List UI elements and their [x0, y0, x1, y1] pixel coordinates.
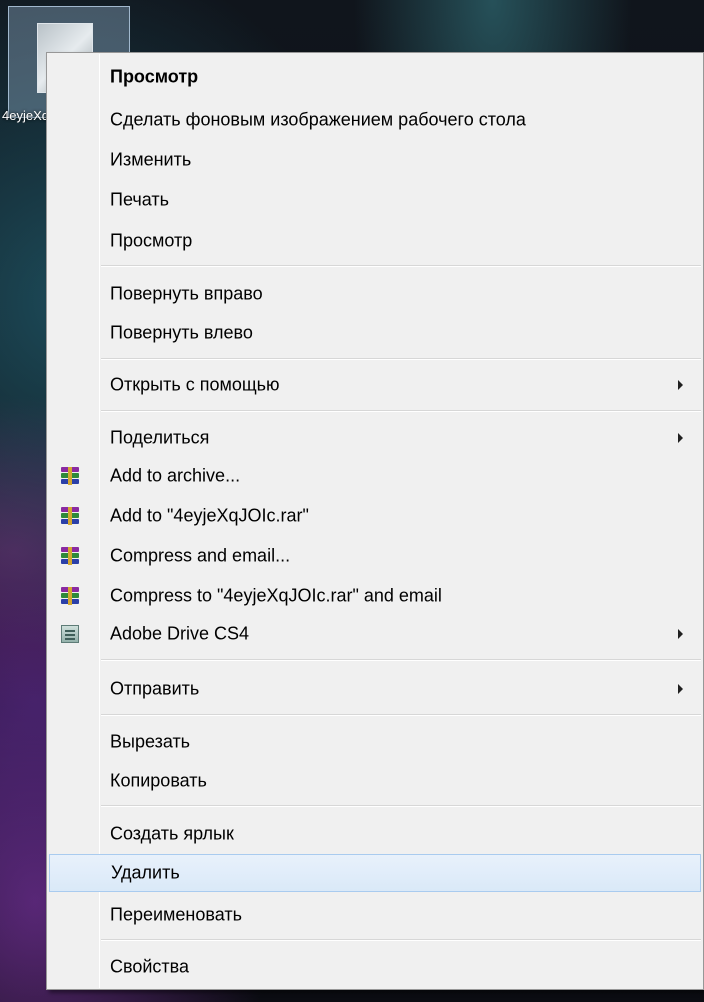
menu-item-create-shortcut[interactable]: Создать ярлык: [49, 815, 701, 853]
winrar-icon: [61, 587, 79, 605]
menu-item-open-with[interactable]: Открыть с помощью: [49, 366, 701, 404]
menu-item-label: Add to "4eyjeXqJOIc.rar": [110, 505, 309, 526]
menu-item-preview[interactable]: Просмотр: [49, 222, 701, 260]
menu-item-copy[interactable]: Копировать: [49, 762, 701, 800]
menu-separator: [101, 410, 701, 412]
menu-item-label: Сделать фоновым изображением рабочего ст…: [110, 109, 526, 130]
menu-item-rotate-left[interactable]: Повернуть влево: [49, 314, 701, 352]
menu-item-rename[interactable]: Переименовать: [49, 896, 701, 934]
menu-item-label: Открыть с помощью: [110, 374, 280, 395]
winrar-icon: [61, 507, 79, 525]
menu-item-label: Копировать: [110, 770, 207, 791]
menu-item-label: Свойства: [110, 956, 190, 977]
menu-item-edit[interactable]: Изменить: [49, 141, 701, 179]
menu-item-label: Повернуть вправо: [110, 283, 263, 304]
menu-item-share[interactable]: Поделиться: [49, 419, 701, 457]
submenu-arrow-icon: [678, 433, 683, 443]
winrar-icon: [61, 547, 79, 565]
context-menu: Просмотр Сделать фоновым изображением ра…: [46, 52, 704, 990]
menu-separator: [101, 714, 701, 716]
menu-item-label: Вырезать: [110, 731, 191, 752]
submenu-arrow-icon: [678, 629, 683, 639]
menu-separator: [101, 805, 701, 807]
menu-item-label: Повернуть влево: [110, 322, 253, 343]
menu-item-label: Создать ярлык: [110, 823, 234, 844]
winrar-icon: [61, 467, 79, 485]
submenu-arrow-icon: [678, 684, 683, 694]
menu-item-add-to-rar[interactable]: Add to "4eyjeXqJOIc.rar": [49, 497, 701, 535]
menu-item-adobe-drive[interactable]: Adobe Drive CS4: [49, 615, 701, 653]
menu-item-rotate-right[interactable]: Повернуть вправо: [49, 275, 701, 313]
adobe-drive-icon: [61, 625, 79, 643]
menu-item-label: Adobe Drive CS4: [110, 623, 250, 644]
submenu-arrow-icon: [678, 380, 683, 390]
menu-item-preview-default[interactable]: Просмотр: [49, 58, 701, 96]
menu-item-label: Переименовать: [110, 904, 242, 925]
menu-item-label: Печать: [110, 189, 169, 210]
menu-item-label: Compress to "4eyjeXqJOIc.rar" and email: [110, 585, 442, 606]
menu-item-delete[interactable]: Удалить: [49, 854, 701, 892]
menu-item-send-to[interactable]: Отправить: [49, 670, 701, 708]
menu-separator: [101, 265, 701, 267]
menu-item-label: Поделиться: [110, 427, 210, 448]
menu-item-cut[interactable]: Вырезать: [49, 723, 701, 761]
menu-item-properties[interactable]: Свойства: [49, 948, 701, 986]
menu-item-label: Отправить: [110, 678, 200, 699]
menu-item-add-to-archive[interactable]: Add to archive...: [49, 457, 701, 495]
menu-item-label: Compress and email...: [110, 545, 291, 566]
menu-separator: [101, 939, 701, 941]
menu-item-label: Просмотр: [110, 66, 199, 87]
menu-item-compress-and-email[interactable]: Compress and email...: [49, 537, 701, 575]
menu-item-compress-to-rar-and-email[interactable]: Compress to "4eyjeXqJOIc.rar" and email: [49, 577, 701, 615]
menu-item-set-desktop-background[interactable]: Сделать фоновым изображением рабочего ст…: [49, 101, 701, 139]
menu-item-label: Add to archive...: [110, 465, 241, 486]
menu-item-print[interactable]: Печать: [49, 181, 701, 219]
menu-separator: [101, 659, 701, 661]
menu-item-label: Удалить: [111, 862, 180, 883]
menu-item-label: Просмотр: [110, 230, 193, 251]
menu-item-label: Изменить: [110, 149, 192, 170]
menu-separator: [101, 358, 701, 360]
